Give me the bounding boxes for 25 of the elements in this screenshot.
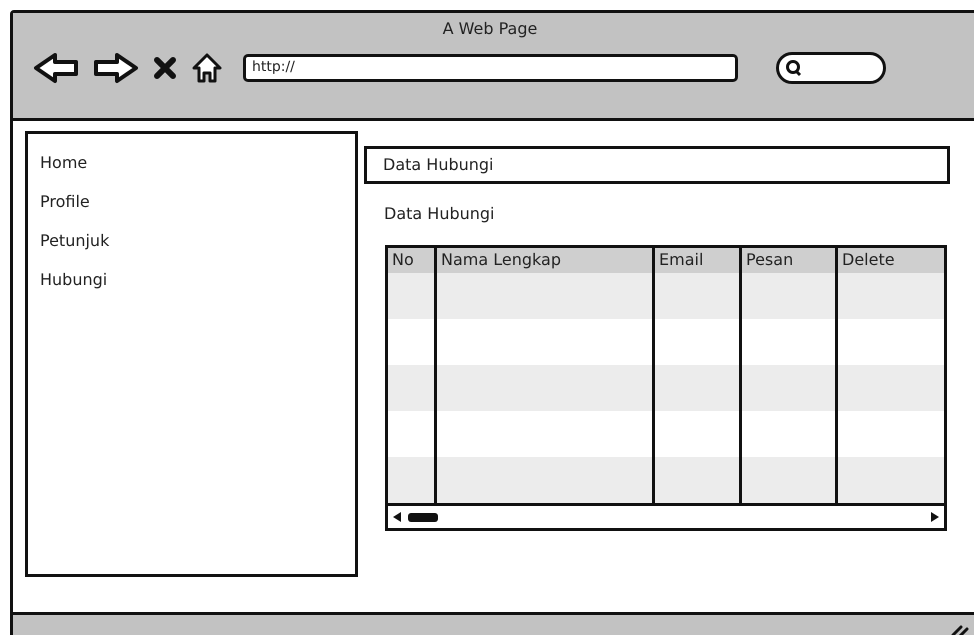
sidebar-link[interactable]: Hubungi <box>40 269 355 290</box>
column-header: No <box>388 248 434 273</box>
scrollbar-thumb[interactable] <box>408 512 438 522</box>
page-header: Data Hubungi <box>364 146 950 184</box>
column-header: Pesan <box>739 248 835 273</box>
column-header: Nama Lengkap <box>434 248 652 273</box>
column-header: Email <box>652 248 739 273</box>
table-cell <box>388 457 434 503</box>
section-title: Data Hubungi <box>383 203 496 223</box>
forward-arrow-icon[interactable] <box>93 52 139 84</box>
close-icon[interactable] <box>153 56 177 80</box>
home-icon[interactable] <box>191 52 223 84</box>
table-cell <box>388 365 434 411</box>
horizontal-scrollbar[interactable] <box>385 506 947 531</box>
sidebar-link[interactable]: Petunjuk <box>40 230 355 251</box>
sidebar-link[interactable]: Home <box>40 152 355 173</box>
search-icon <box>785 59 803 77</box>
address-field[interactable]: http:// <box>243 54 738 82</box>
resize-grip-icon[interactable] <box>951 623 969 635</box>
search-field[interactable] <box>776 52 886 84</box>
sidebar-link[interactable]: Profile <box>40 191 355 212</box>
window-title: A Web Page <box>442 19 538 38</box>
column-header: Delete <box>835 248 944 273</box>
back-arrow-icon[interactable] <box>33 52 79 84</box>
table-cell <box>388 273 434 319</box>
